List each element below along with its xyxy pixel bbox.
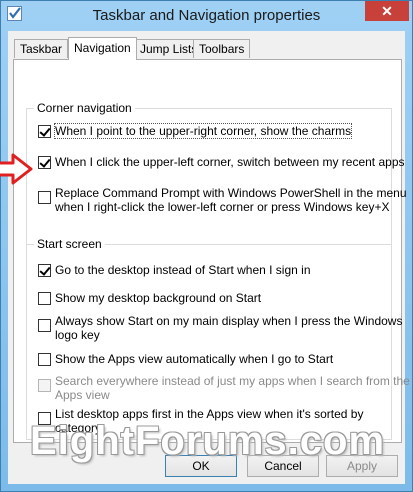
ok-button[interactable]: OK (165, 455, 237, 477)
main-display-label-line1: Always show Start on my main display whe… (55, 314, 403, 328)
search-everywhere-label-line2: Apps view (55, 388, 110, 402)
main-display-label-line2: logo key (55, 328, 100, 342)
main-display-checkbox[interactable] (38, 319, 51, 332)
desktop-background-option[interactable]: Show my desktop background on Start (38, 291, 378, 306)
tab-taskbar[interactable]: Taskbar (14, 39, 69, 58)
search-everywhere-checkbox (38, 379, 51, 392)
charms-checkbox[interactable] (38, 125, 51, 138)
charms-option[interactable]: When I point to the upper-right corner, … (38, 123, 378, 139)
apps-view-option[interactable]: Show the Apps view automatically when I … (38, 352, 378, 367)
search-everywhere-label-line1: Search everywhere instead of just my app… (55, 374, 410, 388)
list-desktop-apps-label-line2: category (55, 421, 102, 435)
dialog-window: Taskbar and Navigation properties ✕ Task… (0, 0, 413, 492)
apply-button: Apply (326, 455, 398, 477)
list-desktop-apps-label-line1: List desktop apps first in the Apps view… (55, 407, 364, 421)
desktop-on-signin-option[interactable]: Go to the desktop instead of Start when … (38, 263, 378, 278)
apps-view-checkbox[interactable] (38, 353, 51, 366)
start-screen-title: Start screen (34, 237, 105, 251)
start-screen-group: Start screen Go to the desktop instead o… (26, 237, 410, 440)
powershell-option[interactable]: Replace Command Prompt with Windows Powe… (38, 186, 407, 215)
tab-navigation[interactable]: Navigation (68, 37, 137, 60)
navigation-tab-panel: Corner navigation When I point to the up… (13, 59, 410, 443)
corner-navigation-group: Corner navigation When I point to the up… (26, 101, 407, 245)
list-desktop-apps-checkbox[interactable] (38, 412, 51, 425)
desktop-background-checkbox[interactable] (38, 292, 51, 305)
recent-apps-label: When I click the upper-left corner, swit… (55, 155, 405, 169)
desktop-on-signin-checkbox[interactable] (38, 264, 51, 277)
powershell-checkbox[interactable] (38, 191, 51, 204)
charms-label: When I point to the upper-right corner, … (53, 123, 353, 139)
powershell-label-line2: when I right-click the lower-left corner… (55, 200, 390, 214)
recent-apps-option[interactable]: When I click the upper-left corner, swit… (38, 155, 405, 170)
desktop-on-signin-label: Go to the desktop instead of Start when … (55, 263, 311, 277)
title-bar[interactable]: Taskbar and Navigation properties ✕ (1, 1, 412, 31)
window-title: Taskbar and Navigation properties (92, 7, 321, 24)
main-display-option[interactable]: Always show Start on my main display whe… (38, 314, 402, 343)
list-desktop-apps-option[interactable]: List desktop apps first in the Apps view… (38, 407, 378, 436)
red-arrow-icon (0, 152, 35, 189)
powershell-label-line1: Replace Command Prompt with Windows Powe… (55, 186, 407, 200)
desktop-background-label: Show my desktop background on Start (55, 291, 262, 305)
close-button[interactable]: ✕ (365, 1, 409, 21)
dialog-client-area: Taskbar Navigation Jump Lists Toolbars C… (8, 31, 410, 484)
tab-toolbars[interactable]: Toolbars (193, 39, 251, 58)
corner-navigation-title: Corner navigation (34, 101, 135, 115)
recent-apps-checkbox[interactable] (38, 156, 51, 169)
cancel-button[interactable]: Cancel (247, 455, 319, 477)
search-everywhere-option: Search everywhere instead of just my app… (38, 374, 410, 403)
apps-view-label: Show the Apps view automatically when I … (55, 352, 334, 366)
